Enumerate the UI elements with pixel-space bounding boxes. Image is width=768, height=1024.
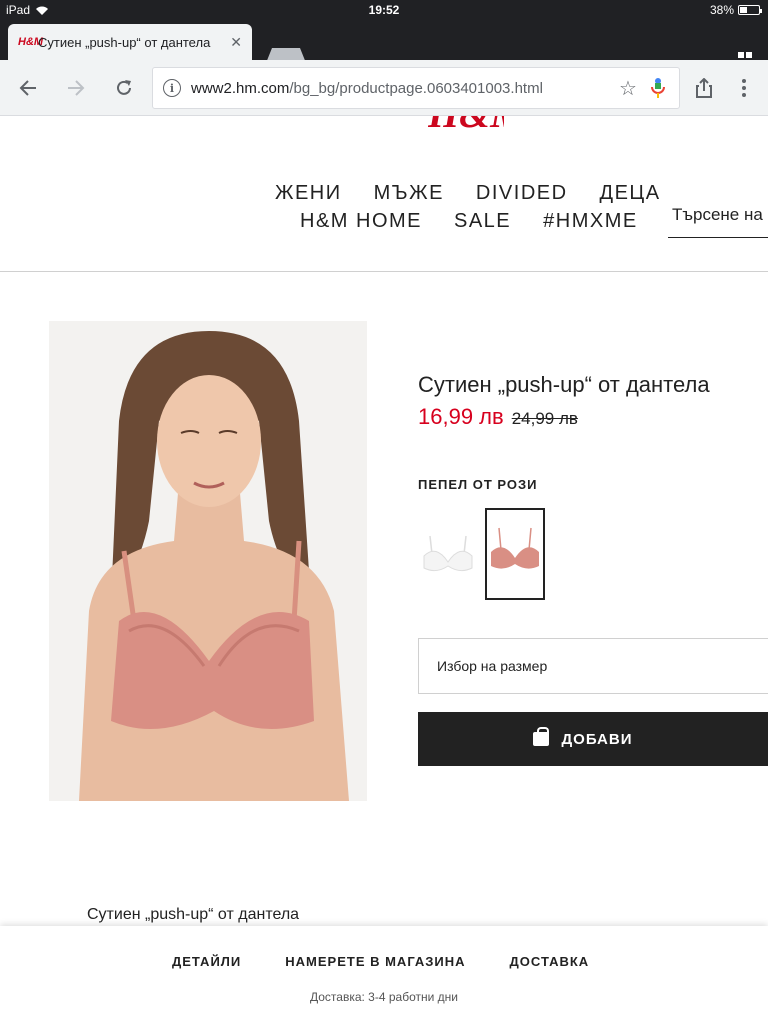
price-row: 16,99 лв 24,99 лв: [418, 404, 578, 430]
sale-price: 16,99 лв: [418, 404, 504, 429]
add-to-bag-button[interactable]: ДОБАВИ: [418, 712, 768, 766]
main-nav-row2: H&M HOME SALE #HMXME: [300, 210, 638, 233]
bookmark-star-icon[interactable]: ☆: [613, 76, 643, 101]
menu-button[interactable]: [730, 74, 758, 102]
tab-title: Сутиен „push-up“ от дантела: [38, 34, 211, 50]
url-path: /bg_bg/productpage.0603401003.html: [289, 79, 543, 97]
nav-item-home[interactable]: H&M HOME: [300, 210, 422, 233]
hm-logo[interactable]: H&M: [428, 116, 504, 134]
arrow-left-icon: [19, 80, 36, 96]
share-button[interactable]: [690, 74, 718, 102]
battery-icon: [738, 5, 762, 15]
bottom-info-bar: ДЕТАЙЛИ НАМЕРЕТЕ В МАГАЗИНА ДОСТАВКА Дос…: [0, 926, 768, 1024]
arrow-right-icon: [68, 80, 85, 96]
shopping-bag-icon: [533, 727, 550, 746]
info-icon[interactable]: i: [163, 79, 181, 97]
product-title: Сутиен „push-up“ от дантела: [418, 372, 710, 397]
swatch-rose[interactable]: [485, 508, 545, 600]
nav-item-women[interactable]: ЖЕНИ: [275, 182, 342, 205]
url-domain: www2.hm.com: [191, 79, 290, 97]
url-text[interactable]: www2.hm.com/bg_bg/productpage.0603401003…: [191, 80, 613, 97]
hm-favicon-icon: H&M: [18, 36, 44, 48]
status-bar: iPad 19:52 38%: [0, 0, 768, 20]
address-bar[interactable]: i www2.hm.com/bg_bg/productpage.06034010…: [152, 67, 680, 109]
header-divider: [0, 271, 768, 272]
microphone-icon[interactable]: [643, 78, 673, 98]
battery-percent: 38%: [709, 3, 734, 17]
back-button[interactable]: [14, 74, 42, 102]
original-price: 24,99 лв: [511, 409, 578, 428]
delivery-info: Доставка: 3-4 работни дни: [309, 990, 458, 1004]
product-image[interactable]: [49, 321, 367, 801]
size-select[interactable]: Избор на размер: [418, 638, 768, 694]
reload-icon: [117, 80, 131, 95]
tab-strip: H&M Сутиен „push-up“ от дантела ✕: [0, 20, 768, 68]
close-tab-icon[interactable]: ✕: [230, 34, 242, 51]
main-nav-row1: ЖЕНИ МЪЖЕ DIVIDED ДЕЦА: [275, 182, 661, 205]
clock: 19:52: [368, 3, 400, 17]
bottom-tabs: ДЕТАЙЛИ НАМЕРЕТЕ В МАГАЗИНА ДОСТАВКА: [172, 954, 589, 969]
add-button-label: ДОБАВИ: [561, 730, 633, 748]
forward-button[interactable]: [62, 74, 90, 102]
search-input[interactable]: Търсене на продукти: [668, 202, 768, 238]
reload-button[interactable]: [110, 74, 138, 102]
nav-item-hmxme[interactable]: #HMXME: [543, 210, 638, 233]
nav-item-men[interactable]: МЪЖЕ: [374, 182, 444, 205]
tab-delivery[interactable]: ДОСТАВКА: [510, 954, 590, 969]
nav-item-kids[interactable]: ДЕЦА: [600, 182, 661, 205]
color-name: ПЕПЕЛ ОТ РОЗИ: [418, 477, 538, 492]
share-icon: [696, 78, 712, 98]
swatch-white[interactable]: [418, 508, 478, 600]
browser-toolbar: i www2.hm.com/bg_bg/productpage.06034010…: [0, 60, 768, 116]
more-vertical-icon: [742, 79, 746, 97]
nav-item-sale[interactable]: SALE: [454, 210, 511, 233]
tab-find-in-store[interactable]: НАМЕРЕТЕ В МАГАЗИНА: [285, 954, 465, 969]
nav-item-divided[interactable]: DIVIDED: [476, 182, 568, 205]
tab-details[interactable]: ДЕТАЙЛИ: [172, 954, 241, 969]
description-title: Сутиен „push-up“ от дантела: [87, 906, 300, 923]
browser-tab[interactable]: H&M Сутиен „push-up“ от дантела ✕: [8, 24, 252, 60]
